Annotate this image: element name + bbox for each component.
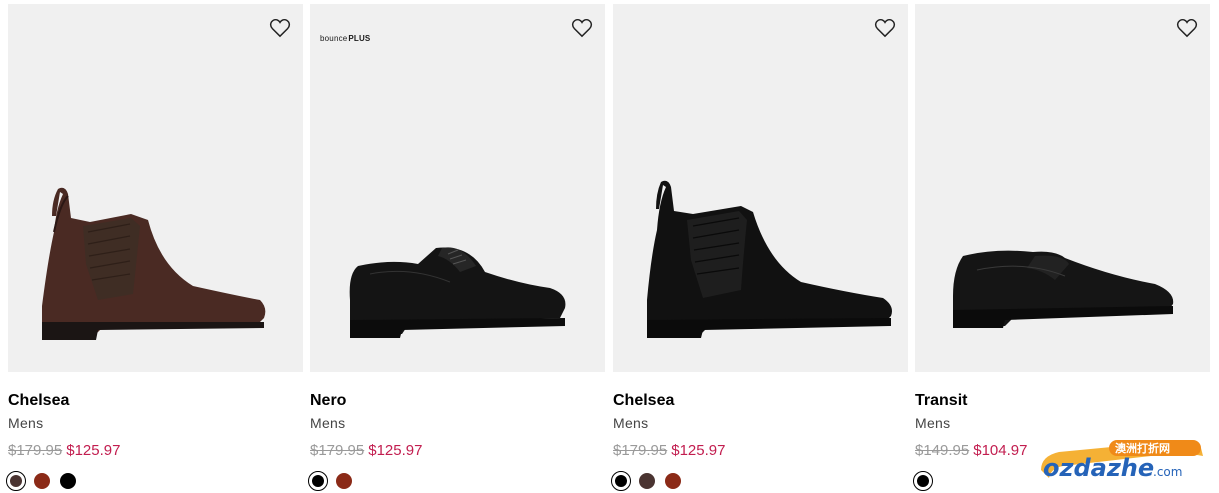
color-swatch[interactable] (611, 471, 631, 491)
color-swatch[interactable] (663, 471, 683, 491)
sale-price: $104.97 (973, 442, 1028, 459)
product-name[interactable]: Chelsea (613, 392, 674, 410)
product-image[interactable] (8, 4, 303, 372)
product-card[interactable]: bounce PLUS Nero Mens $179.95 $125.97 (308, 4, 605, 493)
original-price: $149.95 (915, 442, 970, 459)
ozdazhe-watermark-logo: 澳洲打折网 ozdazhe .com (1041, 440, 1203, 482)
color-swatch[interactable] (637, 471, 657, 491)
heart-outline-icon[interactable] (571, 18, 593, 38)
product-card[interactable]: Chelsea Mens $179.95 $125.97 (611, 4, 908, 493)
color-swatch[interactable] (6, 471, 26, 491)
color-swatch[interactable] (308, 471, 328, 491)
product-gender: Mens (310, 415, 346, 431)
heart-outline-icon[interactable] (874, 18, 896, 38)
svg-text:ozdazhe: ozdazhe (1043, 454, 1154, 482)
product-image[interactable] (915, 4, 1210, 372)
sale-price: $125.97 (671, 442, 726, 459)
color-swatch[interactable] (32, 471, 52, 491)
product-gender: Mens (613, 415, 649, 431)
color-swatch[interactable] (334, 471, 354, 491)
heart-outline-icon[interactable] (269, 18, 291, 38)
product-prices: $179.95 $125.97 (8, 442, 120, 459)
product-gender: Mens (8, 415, 44, 431)
product-card[interactable]: Transit Mens $149.95 $104.97 (913, 4, 1210, 493)
sale-price: $125.97 (66, 442, 121, 459)
color-swatch[interactable] (913, 471, 933, 491)
product-prices: $179.95 $125.97 (310, 442, 422, 459)
product-name[interactable]: Transit (915, 392, 967, 410)
chelsea-boot-brown-image (42, 187, 266, 340)
product-prices: $179.95 $125.97 (613, 442, 725, 459)
svg-text:澳洲打折网: 澳洲打折网 (1115, 441, 1170, 455)
color-swatch[interactable] (58, 471, 78, 491)
svg-text:.com: .com (1153, 465, 1182, 479)
product-card[interactable]: Chelsea Mens $179.95 $125.97 (6, 4, 303, 493)
product-image[interactable]: bounce PLUS (310, 4, 605, 372)
transit-loafer-image (953, 250, 1174, 328)
product-gender: Mens (915, 415, 951, 431)
product-name[interactable]: Nero (310, 392, 346, 410)
product-prices: $149.95 $104.97 (915, 442, 1027, 459)
original-price: $179.95 (613, 442, 668, 459)
product-name[interactable]: Chelsea (8, 392, 69, 410)
product-image[interactable] (613, 4, 908, 372)
product-grid: Chelsea Mens $179.95$125.97 bounce PLUS (6, 4, 1211, 493)
original-price: $179.95 (310, 442, 365, 459)
original-price: $179.95 (8, 442, 63, 459)
nero-derby-shoe-image (349, 247, 566, 338)
chelsea-boot-black-image (647, 180, 892, 338)
heart-outline-icon[interactable] (1176, 18, 1198, 38)
sale-price: $125.97 (368, 442, 423, 459)
